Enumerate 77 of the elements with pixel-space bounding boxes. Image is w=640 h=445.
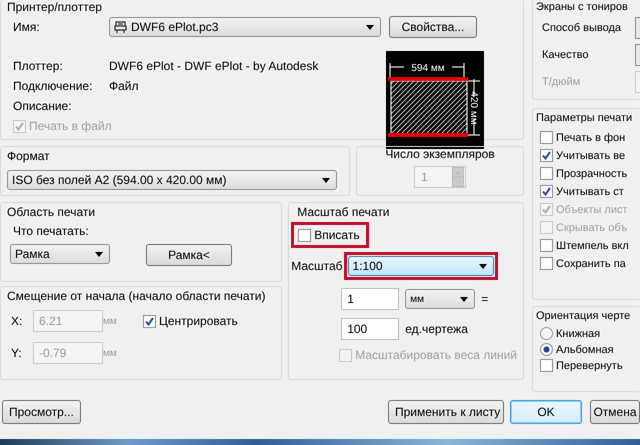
- equals-sign: =: [481, 292, 488, 306]
- input-field: 6.21: [33, 310, 103, 332]
- group-title: Ориентация черте: [536, 309, 632, 324]
- scale-dropdown[interactable]: 1:100: [348, 256, 494, 276]
- dropdown[interactable]: [635, 17, 640, 40]
- printer-dropdown[interactable]: DWF6 ePlot.pc3: [109, 17, 381, 37]
- radio-button[interactable]: [540, 327, 553, 340]
- checkbox-label: Масштабировать веса линий: [355, 348, 517, 362]
- group-title: Параметры печати: [536, 111, 634, 126]
- unit-label: мм: [103, 348, 118, 358]
- group-title: Формат: [7, 149, 51, 164]
- caret-icon: [366, 24, 374, 30]
- copies-spinner: 1: [414, 166, 466, 188]
- paper-size-dropdown[interactable]: ISO без полей A2 (594.00 x 420.00 мм): [7, 170, 337, 190]
- field-value: DWF6 ePlot - DWF ePlot - by Autodesk: [109, 59, 318, 73]
- checkbox-label: Центрировать: [159, 314, 238, 328]
- field-label: Подключение:: [13, 79, 94, 93]
- checkbox-label: Объекты лист: [556, 204, 628, 216]
- group-title: Масштаб печати: [296, 205, 391, 220]
- preview-button[interactable]: Просмотр...: [2, 400, 81, 424]
- checkbox-label: Печать в фон: [556, 132, 626, 144]
- field-label: Описание:: [13, 99, 73, 113]
- checkbox[interactable]: [540, 239, 553, 252]
- plot-area-dropdown[interactable]: Рамка: [10, 244, 110, 264]
- ok-button[interactable]: OK: [510, 400, 582, 424]
- checkbox-label: Перевернуть: [556, 360, 623, 372]
- plotter-icon: [114, 20, 127, 34]
- group-title: Смещение от начала (начало области печати): [7, 289, 267, 304]
- radio-label: Книжная: [556, 328, 600, 340]
- checkbox-label: Учитывать ве: [556, 150, 626, 162]
- group-title: Принтер/плоттер: [7, 0, 103, 15]
- dimension-label: 594 мм: [411, 63, 445, 74]
- checkbox-label: Прозрачность: [556, 168, 628, 180]
- cancel-button[interactable]: Отмена: [590, 400, 640, 424]
- units-dropdown[interactable]: мм: [405, 289, 476, 309]
- checkbox[interactable]: [540, 167, 553, 180]
- spin-arrows-icon: [452, 167, 464, 187]
- checkbox[interactable]: [540, 257, 553, 270]
- checkbox[interactable]: [298, 228, 312, 242]
- caret-icon: [95, 252, 103, 256]
- checkbox[interactable]: [540, 149, 553, 162]
- apply-button[interactable]: Применить к листу: [388, 400, 504, 424]
- caret-icon: [460, 296, 468, 302]
- group-title: Число экземпляров: [385, 147, 495, 162]
- field-label: Т/дюйм: [542, 76, 580, 88]
- unit-label: ед.чертежа: [405, 322, 468, 336]
- input-field[interactable]: 1: [341, 288, 400, 310]
- dropdown[interactable]: [635, 44, 640, 66]
- checkbox-label: Скрывать объ: [556, 222, 628, 234]
- field-label: Имя:: [13, 20, 41, 34]
- field-label: Масштаб: [291, 259, 343, 273]
- checkbox-label: Штемпель вкл: [556, 240, 629, 252]
- window-button[interactable]: Рамка<: [146, 244, 232, 266]
- field-label: Качество: [542, 49, 589, 61]
- field-label: Способ вывода: [542, 22, 621, 34]
- checkbox[interactable]: [540, 359, 553, 372]
- checkbox[interactable]: [540, 131, 553, 144]
- radio-label: Альбомная: [556, 344, 614, 356]
- field-value: Файл: [109, 79, 139, 93]
- group-title: Область печати: [7, 205, 96, 220]
- field-label: X:: [11, 314, 24, 328]
- input-field[interactable]: 100: [341, 318, 400, 340]
- caret-icon: [322, 178, 330, 182]
- checkbox-label: Сохранить па: [556, 258, 626, 270]
- input-field: -0.79: [33, 342, 103, 364]
- field-label: Что печатать:: [12, 224, 90, 238]
- properties-button[interactable]: Свойства...: [389, 16, 477, 38]
- field-label: Плоттер:: [13, 59, 64, 73]
- checkbox[interactable]: [540, 185, 553, 198]
- field-label: Y:: [11, 346, 23, 360]
- checkbox-label: Печать в файл: [29, 119, 112, 133]
- group-title: Экраны с тониров: [536, 0, 629, 15]
- checkbox-label: Вписать: [314, 228, 360, 242]
- unit-label: мм: [103, 316, 118, 326]
- radio-button[interactable]: [540, 343, 553, 356]
- caret-icon: [478, 264, 487, 268]
- checkbox-label: Учитывать ст: [556, 186, 624, 198]
